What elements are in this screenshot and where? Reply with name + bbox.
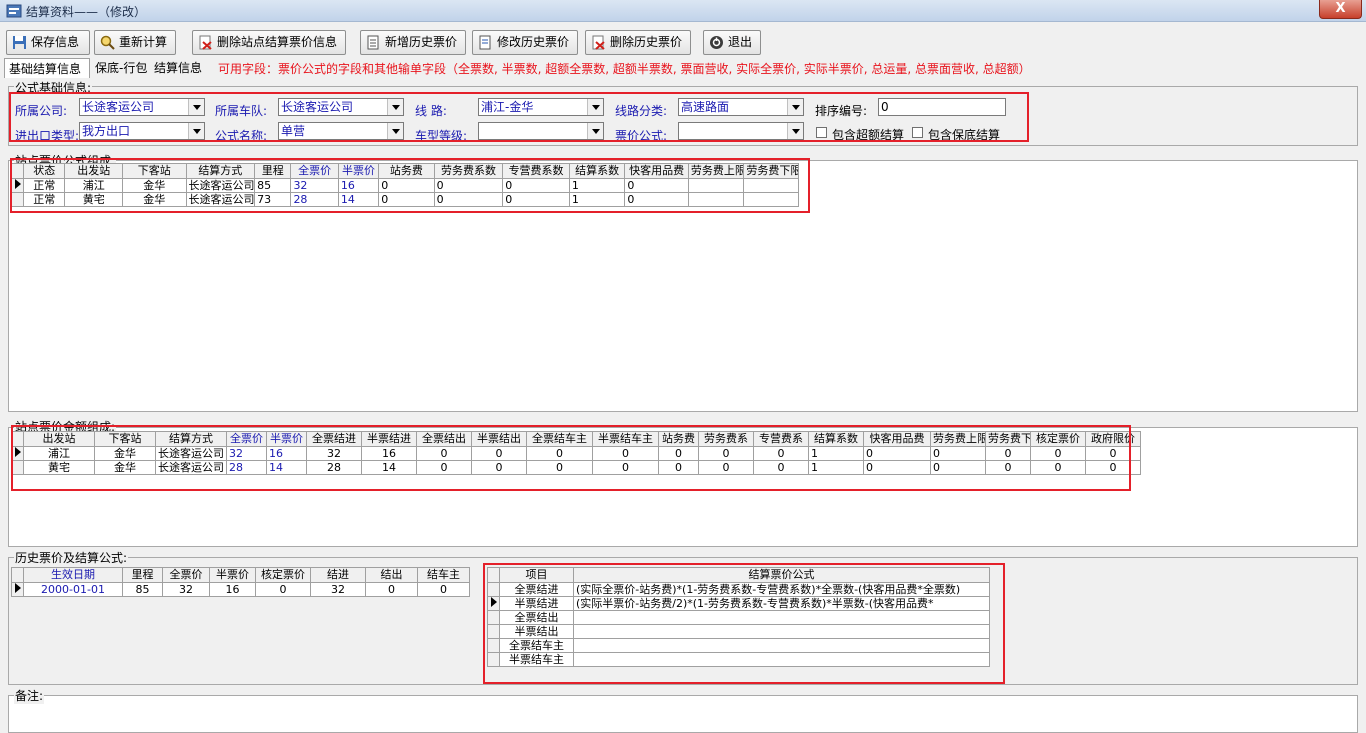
table-cell[interactable]: 0 <box>255 582 311 597</box>
save-label: 保存信息 <box>31 35 80 49</box>
delete-document-icon <box>592 35 605 50</box>
exit-button[interactable]: 退出 <box>703 30 761 55</box>
highlight-station-amount <box>11 425 1131 491</box>
highlight-basic-info <box>9 92 1029 142</box>
new-document-icon <box>367 35 379 50</box>
magnifier-icon <box>100 35 115 50</box>
floppy-disk-icon <box>13 36 26 49</box>
table-cell[interactable]: 32 <box>310 582 366 597</box>
close-button[interactable]: X <box>1319 0 1362 19</box>
column-header[interactable]: 结进 <box>310 567 366 583</box>
highlight-settlement-formula <box>483 563 1005 684</box>
delete-station-fare-button[interactable]: 删除站点结算票价信息 <box>192 30 346 55</box>
remarks-group[interactable] <box>8 695 1358 733</box>
row-indicator <box>11 582 24 597</box>
history-group-label: 历史票价及结算公式: <box>14 549 129 566</box>
remarks-group-label: 备注: <box>14 687 45 704</box>
save-button[interactable]: 保存信息 <box>6 30 90 55</box>
add-history-fare-label: 新增历史票价 <box>385 35 458 49</box>
table-cell[interactable]: 85 <box>122 582 163 597</box>
table-cell[interactable]: 0 <box>365 582 418 597</box>
row-indicator <box>11 567 24 583</box>
tab-basic-settlement[interactable]: 基础结算信息 <box>4 58 90 78</box>
table-cell[interactable]: 0 <box>417 582 470 597</box>
edit-document-icon <box>479 35 491 50</box>
edit-history-fare-label: 修改历史票价 <box>497 35 570 49</box>
column-header[interactable]: 里程 <box>122 567 163 583</box>
window-title: 结算资料——（修改） <box>26 5 147 19</box>
current-row-pointer-icon <box>15 583 21 593</box>
history-table[interactable]: 生效日期 里程 全票价 半票价 核定票价 结进 结出 结车主 2000-01-01 85 32 16 0… <box>11 567 470 597</box>
delete-history-fare-label: 删除历史票价 <box>610 35 683 49</box>
delete-document-icon <box>199 35 212 50</box>
add-history-fare-button[interactable]: 新增历史票价 <box>360 30 466 55</box>
available-fields-hint: 可用字段：票价公式的字段和其他输单字段（全票数, 半票数, 超额全票数, 超额半… <box>218 62 1031 76</box>
table-cell[interactable]: 16 <box>209 582 256 597</box>
app-icon <box>6 4 22 18</box>
title-bar: 结算资料——（修改） <box>0 0 1366 22</box>
column-header[interactable]: 结出 <box>365 567 418 583</box>
column-header[interactable]: 核定票价 <box>255 567 311 583</box>
header-row: 生效日期 里程 全票价 半票价 核定票价 结进 结出 结车主 <box>11 567 470 583</box>
recalculate-label: 重新计算 <box>119 35 168 49</box>
recalculate-button[interactable]: 重新计算 <box>94 30 176 55</box>
column-header[interactable]: 生效日期 <box>23 567 123 583</box>
delete-station-fare-label: 删除站点结算票价信息 <box>217 35 338 49</box>
tab-guarantee-luggage[interactable]: 保底-行包 <box>95 58 147 78</box>
table-cell[interactable]: 32 <box>162 582 210 597</box>
column-header[interactable]: 全票价 <box>162 567 210 583</box>
exit-icon <box>710 36 723 49</box>
tab-settlement-info[interactable]: 结算信息 <box>154 58 202 78</box>
exit-label: 退出 <box>728 35 753 49</box>
edit-history-fare-button[interactable]: 修改历史票价 <box>472 30 578 55</box>
delete-history-fare-button[interactable]: 删除历史票价 <box>585 30 691 55</box>
table-cell[interactable]: 2000-01-01 <box>23 582 123 597</box>
column-header[interactable]: 结车主 <box>417 567 470 583</box>
highlight-station-formula <box>10 158 810 213</box>
table-row[interactable]: 2000-01-01 85 32 16 0 32 0 0 <box>11 582 470 597</box>
column-header[interactable]: 半票价 <box>209 567 256 583</box>
